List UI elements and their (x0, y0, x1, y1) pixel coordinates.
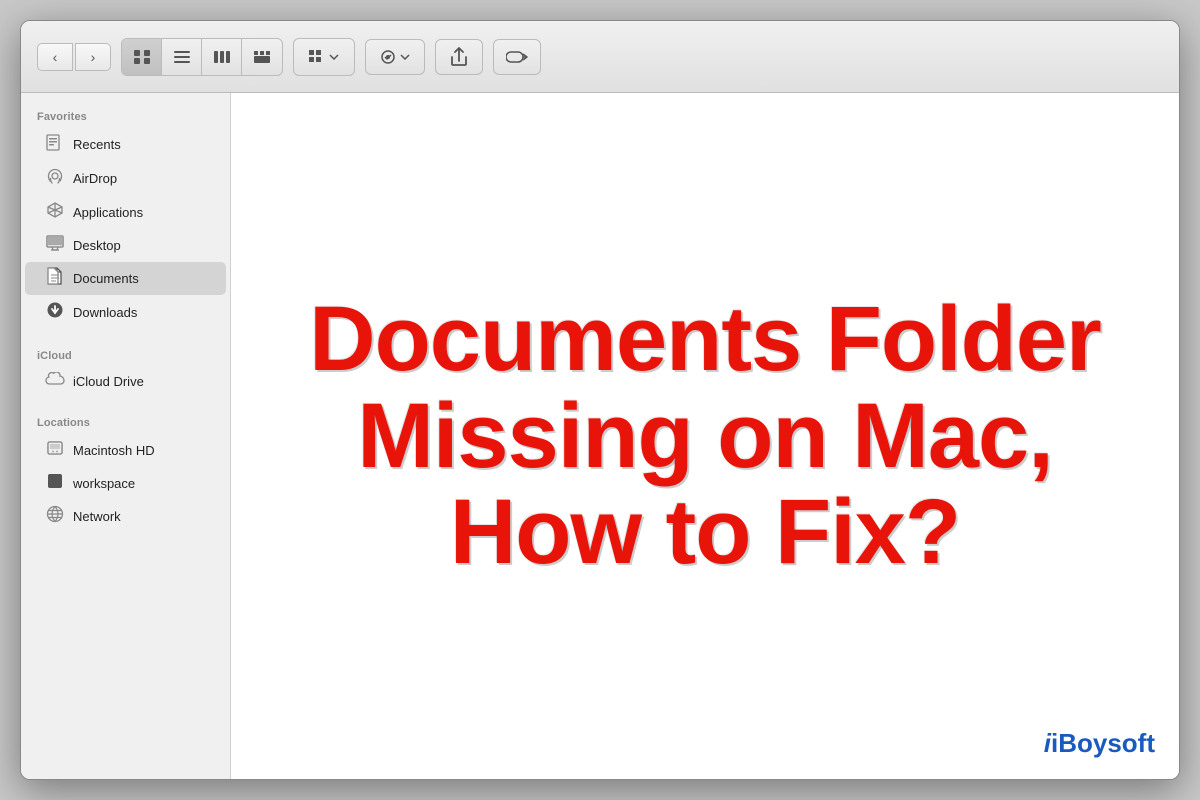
sidebar-item-applications[interactable]: Applications (25, 196, 226, 229)
sidebar-item-desktop[interactable]: Desktop (25, 230, 226, 261)
applications-icon (45, 201, 65, 224)
share-button[interactable] (435, 39, 483, 75)
network-icon (45, 505, 65, 528)
group-by-button[interactable] (294, 39, 354, 75)
iboysoft-logo-text: i (1044, 728, 1051, 758)
icon-view-button[interactable] (122, 39, 162, 75)
column-view-button[interactable] (202, 39, 242, 75)
overlay-title: Documents Folder Missing on Mac, How to … (278, 291, 1131, 581)
workspace-icon (45, 473, 65, 494)
documents-icon (45, 267, 65, 290)
finder-window: ‹ › (20, 20, 1180, 780)
iboysoft-logo-text2: iBoysoft (1051, 728, 1155, 758)
sidebar-item-network[interactable]: Network (25, 500, 226, 533)
tag-button[interactable] (493, 39, 541, 75)
icloud-drive-icon (45, 372, 65, 391)
downloads-icon (45, 301, 65, 324)
toolbar: ‹ › (21, 21, 1179, 93)
main-area: Favorites Recents (21, 93, 1179, 779)
sidebar-item-icloud-drive[interactable]: iCloud Drive (25, 367, 226, 396)
sidebar-item-documents[interactable]: Documents (25, 262, 226, 295)
recents-label: Recents (73, 137, 121, 152)
locations-label: Locations (21, 411, 230, 433)
view-buttons-group (121, 38, 283, 76)
applications-label: Applications (73, 205, 143, 220)
workspace-label: workspace (73, 476, 135, 491)
sidebar-item-macintosh-hd[interactable]: Macintosh HD (25, 434, 226, 467)
desktop-icon (45, 235, 65, 256)
airdrop-label: AirDrop (73, 171, 117, 186)
nav-buttons: ‹ › (37, 43, 111, 71)
iboysoft-branding: iiBoysoft (1044, 728, 1155, 759)
downloads-label: Downloads (73, 305, 137, 320)
icloud-drive-label: iCloud Drive (73, 374, 144, 389)
gallery-view-button[interactable] (242, 39, 282, 75)
content-area: Documents Folder Missing on Mac, How to … (231, 93, 1179, 779)
desktop-label: Desktop (73, 238, 121, 253)
list-view-button[interactable] (162, 39, 202, 75)
documents-label: Documents (73, 271, 139, 286)
overlay-line1: Documents Folder (278, 291, 1131, 388)
overlay-line3: How to Fix? (278, 484, 1131, 581)
sidebar-item-airdrop[interactable]: AirDrop (25, 162, 226, 195)
overlay-line2: Missing on Mac, (278, 388, 1131, 485)
sidebar: Favorites Recents (21, 93, 231, 779)
sidebar-item-recents[interactable]: Recents (25, 128, 226, 161)
group-dropdown-group (293, 38, 355, 76)
icloud-label: iCloud (21, 344, 230, 366)
back-button[interactable]: ‹ (37, 43, 73, 71)
airdrop-icon (45, 167, 65, 190)
network-label: Network (73, 509, 121, 524)
forward-button[interactable]: › (75, 43, 111, 71)
sidebar-item-workspace[interactable]: workspace (25, 468, 226, 499)
favorites-label: Favorites (21, 105, 230, 127)
macintosh-hd-label: Macintosh HD (73, 443, 155, 458)
action-button[interactable] (365, 39, 425, 75)
recents-icon (45, 133, 65, 156)
sidebar-item-downloads[interactable]: Downloads (25, 296, 226, 329)
macintosh-hd-icon (45, 439, 65, 462)
